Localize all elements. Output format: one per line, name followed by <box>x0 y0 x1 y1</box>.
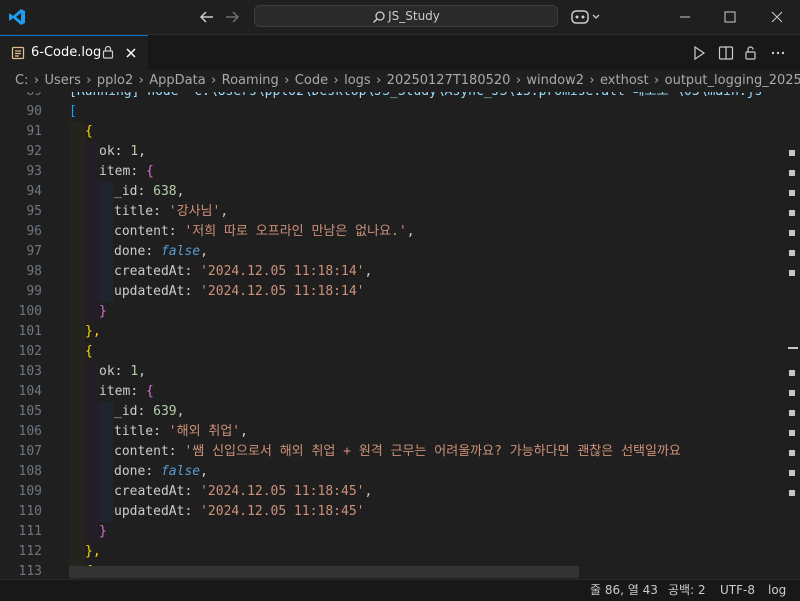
file-encoding[interactable]: UTF-8 <box>720 580 755 600</box>
code-line: 103 ok: 1, <box>18 364 146 379</box>
chevron-right-icon: › <box>515 73 522 88</box>
breadcrumb-item[interactable]: window2 <box>526 73 584 88</box>
chevron-right-icon: › <box>333 73 339 88</box>
overview-ruler-mark <box>789 470 795 476</box>
breadcrumb-item[interactable]: AppData <box>149 73 205 88</box>
window-close-icon[interactable] <box>769 9 785 25</box>
run-icon[interactable] <box>691 45 707 61</box>
back-arrow-icon[interactable] <box>198 8 216 26</box>
tab-6-code-log[interactable]: 6-Code.log <box>0 35 148 70</box>
vscode-logo-icon <box>9 9 25 25</box>
breadcrumb-item[interactable]: pplo2 <box>97 73 133 88</box>
breadcrumb-item[interactable]: 20250127T180520 <box>387 73 511 88</box>
code-line: 97 done: false, <box>26 244 208 259</box>
tab-label: 6-Code.log <box>31 45 102 60</box>
breadcrumb-item[interactable]: exthost <box>600 73 649 88</box>
overview-ruler-mark <box>789 410 795 416</box>
breadcrumb-item[interactable]: Users <box>44 73 80 88</box>
chevron-right-icon: › <box>284 73 290 88</box>
breadcrumb-item[interactable]: C: <box>15 73 28 88</box>
copilot-icon[interactable] <box>571 8 603 26</box>
overview-ruler-mark <box>789 270 795 276</box>
code-line: 95 title: '강사님', <box>26 204 229 219</box>
chevron-right-icon: › <box>211 73 217 88</box>
maximize-icon[interactable] <box>722 9 738 25</box>
overview-ruler-mark <box>789 250 795 256</box>
unlock-icon[interactable] <box>743 45 759 61</box>
cursor-position[interactable]: 줄 86, 열 43 <box>590 580 658 600</box>
language-mode[interactable]: log <box>768 580 786 600</box>
title-bar: JS_Study <box>0 0 800 35</box>
code-line: 91{ <box>26 124 93 139</box>
command-center-search[interactable]: JS_Study <box>254 5 558 27</box>
overview-ruler-mark <box>789 390 795 396</box>
chevron-right-icon: › <box>86 73 92 88</box>
code-line: 98 createdAt: '2024.12.05 11:18:14', <box>26 264 373 279</box>
breadcrumb-item[interactable]: Roaming <box>222 73 279 88</box>
breadcrumb-item[interactable]: output_logging_20250127T180535 <box>665 73 800 88</box>
code-line: 96 content: '저희 따로 오프라인 만남은 없나요.', <box>26 224 415 239</box>
indentation-setting[interactable]: 공백: 2 <box>668 580 706 600</box>
breadcrumb-item[interactable]: logs <box>344 73 371 88</box>
code-line: 105 _id: 639, <box>18 404 185 419</box>
overview-ruler-mark <box>789 150 795 156</box>
breadcrumb-item[interactable]: Code <box>295 73 328 88</box>
forward-arrow-icon[interactable] <box>223 8 241 26</box>
tab-close-icon[interactable] <box>124 46 138 60</box>
scrollbar-thumb[interactable] <box>788 347 798 349</box>
overview-ruler-mark <box>789 370 795 376</box>
overview-ruler-mark <box>789 430 795 436</box>
chevron-right-icon: › <box>589 73 595 88</box>
code-line: 107 content: '쌤 신입으로서 해외 취업 + 원격 근무는 어려울까… <box>18 444 681 459</box>
code-line: 89[Running] node "c:\Users\pplo2\Desktop… <box>0 92 800 102</box>
overview-ruler-mark <box>789 170 795 176</box>
code-line: 100} <box>18 304 107 319</box>
lock-icon[interactable] <box>101 45 115 59</box>
code-line: 90[ <box>26 104 77 119</box>
overview-ruler-mark <box>789 210 795 216</box>
search-icon <box>373 10 385 23</box>
overview-ruler-mark <box>789 450 795 456</box>
code-line: 99 updatedAt: '2024.12.05 11:18:14' <box>26 284 365 299</box>
code-line: 104 item: { <box>18 384 154 399</box>
code-line: 92 ok: 1, <box>26 144 146 159</box>
code-line: 112}, <box>18 544 101 559</box>
breadcrumb: C: › Users › pplo2 › AppData › Roaming › Code › logs… <box>0 70 800 92</box>
code-line: 101}, <box>18 324 101 339</box>
code-line: 94 _id: 638, <box>26 184 185 199</box>
overview-ruler-mark <box>789 230 795 236</box>
status-bar: 줄 86, 열 43 공백: 2 UTF-8 log <box>0 579 800 601</box>
more-actions-icon[interactable] <box>770 45 786 61</box>
split-editor-icon[interactable] <box>718 45 734 61</box>
code-line: 111} <box>18 524 107 539</box>
tab-bar: 6-Code.log <box>0 35 800 70</box>
log-file-icon <box>11 46 25 60</box>
search-label: JS_Study <box>388 9 440 23</box>
overview-ruler-mark <box>789 490 795 496</box>
code-line: 93 item: { <box>26 164 154 179</box>
code-line: 102{ <box>18 344 93 359</box>
horizontal-scrollbar[interactable] <box>69 566 579 578</box>
chevron-right-icon: › <box>376 73 382 88</box>
chevron-right-icon: › <box>138 73 144 88</box>
chevron-right-icon: › <box>33 73 40 88</box>
editor-area[interactable]: 89[Running] node "c:\Users\pplo2\Desktop… <box>0 92 800 579</box>
code-line: 106 title: '해외 취업', <box>18 424 248 439</box>
minimize-icon[interactable] <box>677 9 693 25</box>
chevron-right-icon: › <box>654 73 660 88</box>
code-line: 108 done: false, <box>18 464 208 479</box>
code-line: 110 updatedAt: '2024.12.05 11:18:45' <box>18 504 365 519</box>
code-line: 109 createdAt: '2024.12.05 11:18:45', <box>18 484 373 499</box>
overview-ruler-mark <box>789 190 795 196</box>
